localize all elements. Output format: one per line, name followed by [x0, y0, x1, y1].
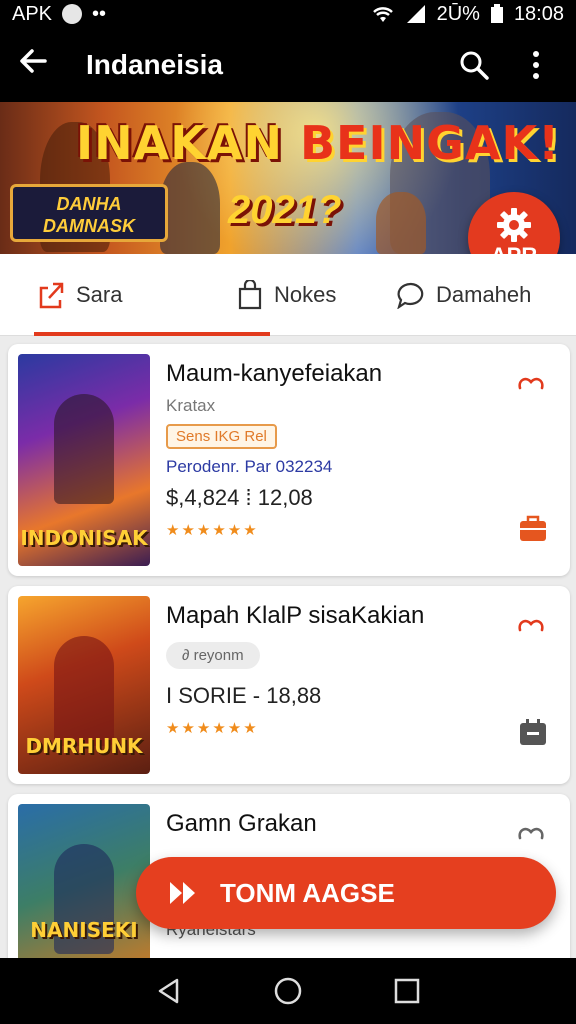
banner-logo-line2: DAMNASK — [43, 216, 135, 236]
more-vertical-icon — [533, 51, 539, 79]
clock: 18:08 — [513, 2, 564, 25]
game-info: Maum-kanyefeiakan Kratax Sens IKG Rel Pe… — [166, 360, 496, 539]
game-title[interactable]: Maum-kanyefeiakan — [166, 360, 496, 388]
game-card[interactable]: INDONISAK Maum-kanyefeiakan Kratax Sens … — [8, 344, 570, 576]
star-rating: ★★★★★★ — [166, 720, 259, 737]
system-nav-bar — [0, 958, 576, 1024]
home-circle-icon[interactable] — [273, 976, 303, 1006]
tab-bar: Sara Nokes Damaheh — [0, 254, 576, 336]
wishlist-heart-icon[interactable] — [516, 614, 546, 644]
banner-headline-part2: BEINGAK! — [299, 116, 561, 170]
status-bar: APK •• 2Ū% 18:08 — [0, 0, 576, 28]
banner-logo: DANHA DAMNASK — [10, 184, 168, 242]
cover-character — [54, 636, 114, 746]
banner-character-girl — [376, 192, 426, 254]
game-price: I SORIE - 18,88 — [166, 683, 322, 708]
fast-forward-icon — [170, 882, 195, 904]
back-button[interactable] — [18, 46, 68, 85]
tab-label: Damaheh — [436, 281, 532, 307]
notification-dot-icon — [62, 4, 83, 24]
chat-bubble-icon — [397, 282, 424, 309]
banner-logo-line1: DANHA — [56, 194, 122, 214]
back-triangle-icon[interactable] — [155, 977, 183, 1005]
banner-year: 2021? — [228, 188, 342, 232]
recents-square-icon[interactable] — [393, 977, 421, 1005]
cover-title: NANISEKI — [30, 918, 138, 942]
game-cover-image[interactable]: NANISEKI — [18, 804, 150, 964]
game-tag: ∂ reyonm — [166, 642, 260, 669]
primary-action-button[interactable]: TONM AAGSE — [136, 857, 556, 929]
app-bar: Indaneisia — [0, 28, 576, 102]
search-button[interactable] — [452, 43, 496, 87]
wifi-icon — [372, 7, 393, 22]
more-options-button[interactable] — [514, 43, 558, 87]
game-tag: Sens IKG Rel — [166, 424, 277, 449]
battery-percent: 2Ū% — [436, 2, 480, 25]
primary-action-label: TONM AAGSE — [220, 877, 395, 908]
battery-icon — [490, 4, 503, 23]
cart-icon[interactable] — [518, 514, 548, 542]
shopping-bag-icon — [238, 279, 262, 309]
cover-title: DMRHUNK — [25, 734, 143, 758]
tab-label: Sara — [76, 281, 123, 307]
game-cover-image[interactable]: DMRHUNK — [18, 596, 150, 774]
cover-title: INDONISAK — [20, 526, 148, 550]
game-title[interactable]: Mapah KlalP sisaKakian — [166, 602, 496, 630]
active-tab-indicator — [34, 332, 270, 336]
game-title[interactable]: Gamn Grakan — [166, 810, 496, 838]
signal-icon — [406, 5, 425, 23]
page-title: Indaneisia — [86, 49, 223, 80]
carrier-label: APK — [12, 2, 53, 25]
banner-character-center — [160, 162, 220, 254]
search-icon — [460, 51, 489, 80]
gear-icon — [497, 208, 531, 242]
arrow-left-icon — [20, 48, 47, 73]
tab-sara[interactable]: Sara — [36, 254, 236, 335]
calendar-icon[interactable] — [518, 718, 548, 746]
game-publisher: Perodenr. Par 032234 — [166, 457, 333, 476]
wishlist-heart-icon[interactable] — [516, 372, 546, 402]
game-cover-image[interactable]: INDONISAK — [18, 354, 150, 566]
game-card[interactable]: DMRHUNK Mapah KlalP sisaKakian ∂ reyonm … — [8, 586, 570, 784]
wishlist-heart-icon[interactable] — [516, 822, 546, 852]
tab-label: Nokes — [274, 281, 337, 307]
game-price: $,4,824 ⁞ 12,08 — [166, 485, 313, 510]
share-icon — [39, 282, 64, 308]
game-subtitle: Kratax — [166, 396, 216, 415]
notification-dots: •• — [92, 2, 107, 25]
tab-damaheh[interactable]: Damaheh — [396, 254, 576, 335]
star-rating: ★★★★★★ — [166, 522, 259, 539]
tab-nokes[interactable]: Nokes — [236, 254, 396, 335]
game-info: Mapah KlalP sisaKakian ∂ reyonm I SORIE … — [166, 602, 496, 737]
banner-headline: INAKAN BEINGAK! — [76, 116, 560, 170]
cover-character — [54, 394, 114, 504]
banner-headline-part1: INAKAN — [76, 116, 300, 170]
